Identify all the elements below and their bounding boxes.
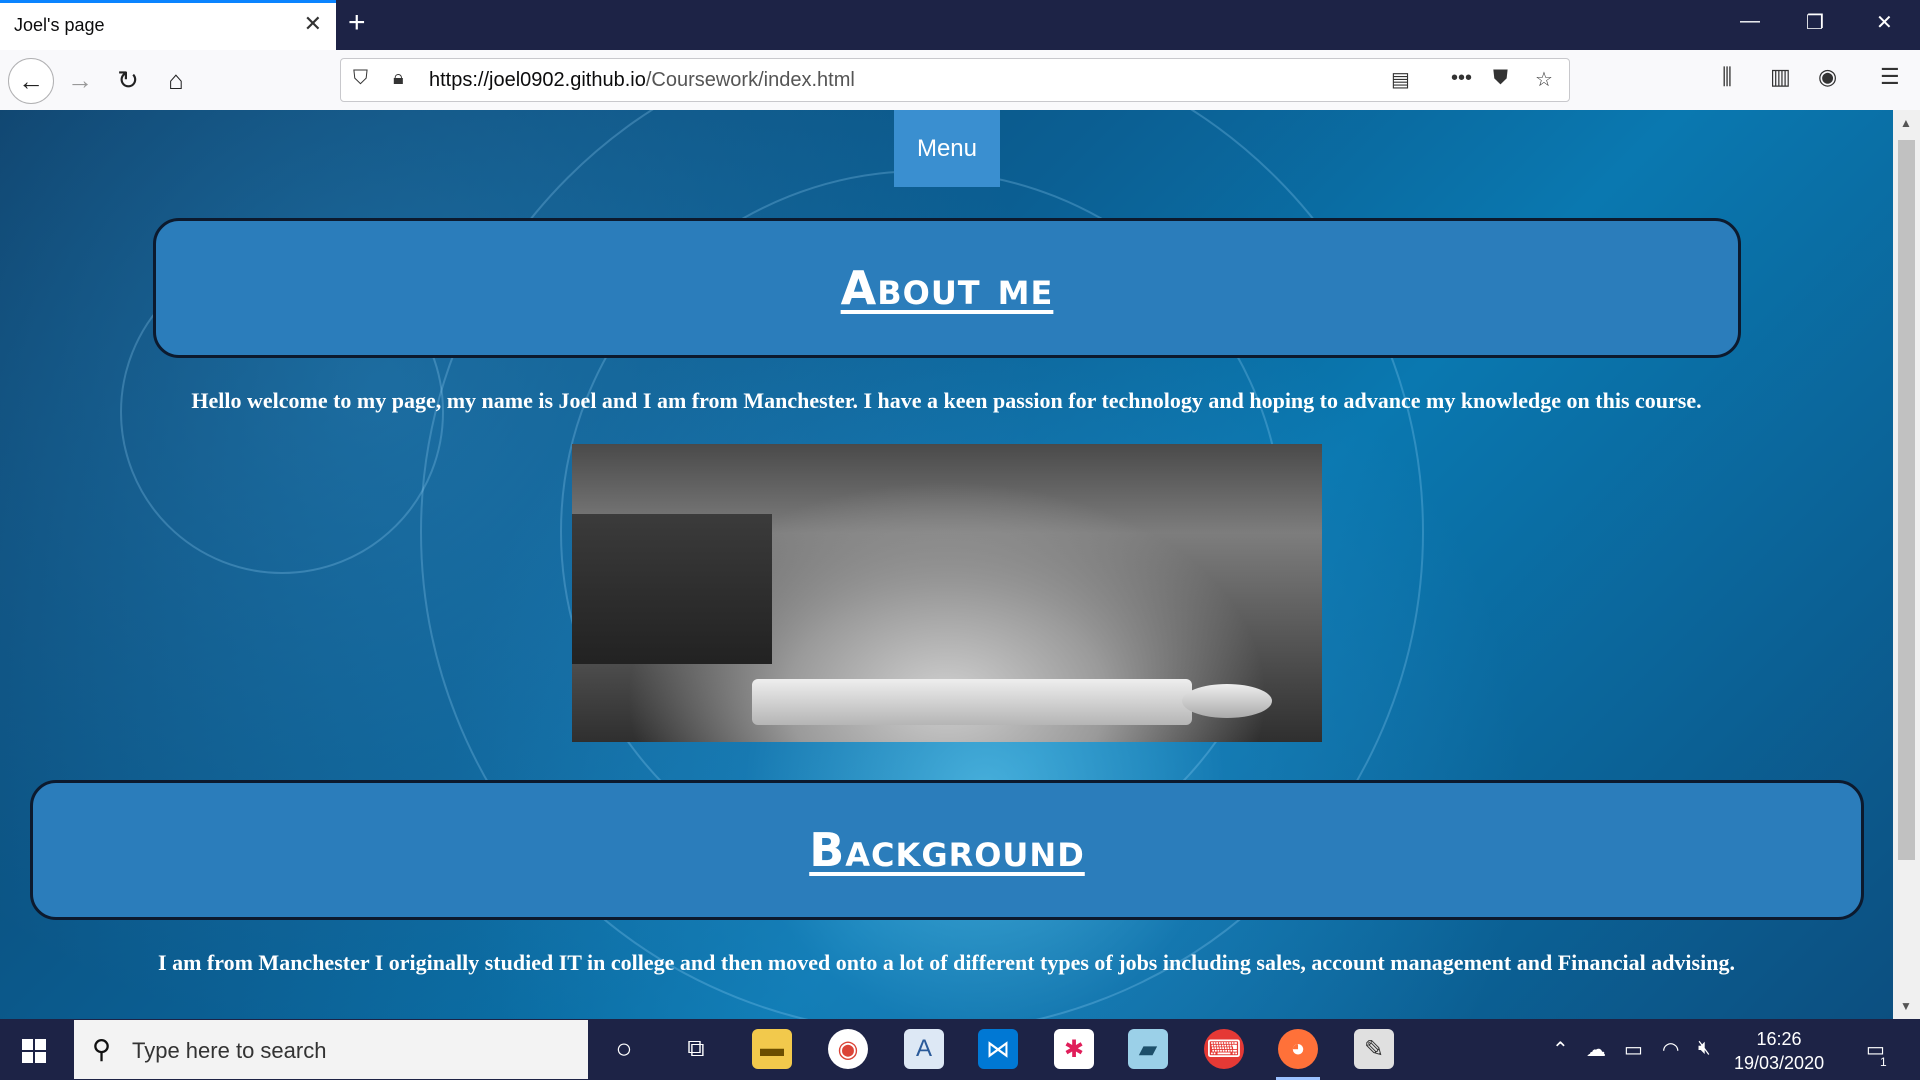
document-app-icon[interactable]: A xyxy=(904,1029,944,1069)
firefox-icon[interactable]: ◕ xyxy=(1278,1029,1318,1069)
volume-muted-icon[interactable]: 🔇︎ xyxy=(1698,1037,1711,1060)
background-heading-box: Background xyxy=(30,780,1864,920)
minimize-icon[interactable]: — xyxy=(1740,10,1760,33)
home-icon[interactable]: ⌂ xyxy=(158,62,194,98)
onedrive-icon[interactable]: ☁ xyxy=(1586,1037,1606,1062)
shield-icon[interactable]: ⛉ xyxy=(353,67,368,90)
scroll-up-icon[interactable]: ▲ xyxy=(1900,116,1912,130)
vertical-scrollbar[interactable]: ▲ ▼ xyxy=(1893,110,1920,1019)
windows-start-icon[interactable] xyxy=(22,1039,46,1063)
laptop-illustration xyxy=(572,514,772,664)
background-paragraph: I am from Manchester I originally studie… xyxy=(158,950,1735,975)
desk-keyboard-image xyxy=(572,444,1322,742)
about-heading-box: About me xyxy=(153,218,1741,358)
windows-taskbar: ⚲ Type here to search ○ ⧉ ▬ ◉ A ⋈ ✱ ▰ ⌨ … xyxy=(0,1019,1920,1080)
search-icon: ⚲ xyxy=(92,1034,112,1064)
background-heading: Background xyxy=(809,823,1085,877)
clock-date: 19/03/2020 xyxy=(1734,1053,1825,1073)
browser-nav-bar: ← → ↻ ⌂ ⛉ 🔒︎ https://joel0902.github.io/… xyxy=(0,50,1920,111)
battery-icon[interactable]: ▭ xyxy=(1624,1037,1643,1062)
chrome-icon[interactable]: ◉ xyxy=(828,1029,868,1069)
reload-icon[interactable]: ↻ xyxy=(110,62,146,98)
mouse-illustration xyxy=(1182,684,1272,718)
scroll-thumb[interactable] xyxy=(1898,140,1915,860)
search-placeholder: Type here to search xyxy=(132,1038,327,1063)
url-text: https://joel0902.github.io/Coursework/in… xyxy=(429,69,855,92)
taskbar-search-box[interactable]: ⚲ Type here to search xyxy=(74,1020,588,1079)
tab-title: Joel's page xyxy=(14,15,105,35)
hamburger-menu-icon[interactable]: ☰ xyxy=(1880,64,1900,90)
wifi-icon[interactable]: ◠ xyxy=(1662,1037,1679,1062)
scroll-down-icon[interactable]: ▼ xyxy=(1900,999,1912,1013)
url-bar[interactable]: ⛉ 🔒︎ https://joel0902.github.io/Coursewo… xyxy=(340,58,1570,102)
account-icon[interactable]: ◉ xyxy=(1818,64,1837,90)
reader-view-icon[interactable]: ▤ xyxy=(1391,67,1410,92)
about-heading: About me xyxy=(840,261,1054,315)
browser-tab-bar: Joel's page ✕ + — ❐ ✕ xyxy=(0,0,1920,50)
lock-icon[interactable]: 🔒︎ xyxy=(393,67,404,90)
url-path: /Coursework/index.html xyxy=(645,69,855,91)
pocket-icon[interactable]: ⛊ xyxy=(1493,67,1508,90)
vscode-icon[interactable]: ⋈ xyxy=(978,1029,1018,1069)
url-domain: https://joel0902.github.io xyxy=(429,69,646,91)
clock-time: 16:26 xyxy=(1756,1029,1802,1049)
notes-app-icon[interactable]: ▰ xyxy=(1128,1029,1168,1069)
forward-icon[interactable]: → xyxy=(62,62,98,98)
slack-icon[interactable]: ✱ xyxy=(1054,1029,1094,1069)
paint-app-icon[interactable]: ✎ xyxy=(1354,1029,1394,1069)
more-actions-icon[interactable]: ••• xyxy=(1451,67,1472,90)
about-paragraph: Hello welcome to my page, my name is Joe… xyxy=(191,388,1702,413)
keyboard-app-icon[interactable]: ⌨ xyxy=(1204,1029,1244,1069)
taskbar-clock[interactable]: 16:26 19/03/2020 xyxy=(1734,1027,1824,1075)
browser-tab[interactable]: Joel's page ✕ xyxy=(0,0,336,50)
menu-button[interactable]: Menu xyxy=(894,110,1000,187)
library-icon[interactable]: ⫼ xyxy=(1722,64,1732,90)
sidebar-icon[interactable]: ▥ xyxy=(1770,64,1791,90)
back-icon[interactable]: ← xyxy=(8,58,54,104)
close-window-icon[interactable]: ✕ xyxy=(1876,10,1893,35)
show-hidden-icons-icon[interactable]: ⌃ xyxy=(1552,1037,1569,1062)
restore-icon[interactable]: ❐ xyxy=(1806,10,1824,35)
page-viewport: Menu About me Hello welcome to my page, … xyxy=(0,110,1893,1019)
cortana-icon[interactable]: ○ xyxy=(604,1029,644,1069)
close-tab-icon[interactable]: ✕ xyxy=(304,11,322,37)
notification-count: 1 xyxy=(1880,1055,1887,1069)
keyboard-illustration xyxy=(752,679,1192,725)
file-explorer-icon[interactable]: ▬ xyxy=(752,1029,792,1069)
new-tab-icon[interactable]: + xyxy=(348,6,366,40)
bookmark-star-icon[interactable]: ☆ xyxy=(1535,67,1553,92)
task-view-icon[interactable]: ⧉ xyxy=(676,1029,716,1069)
